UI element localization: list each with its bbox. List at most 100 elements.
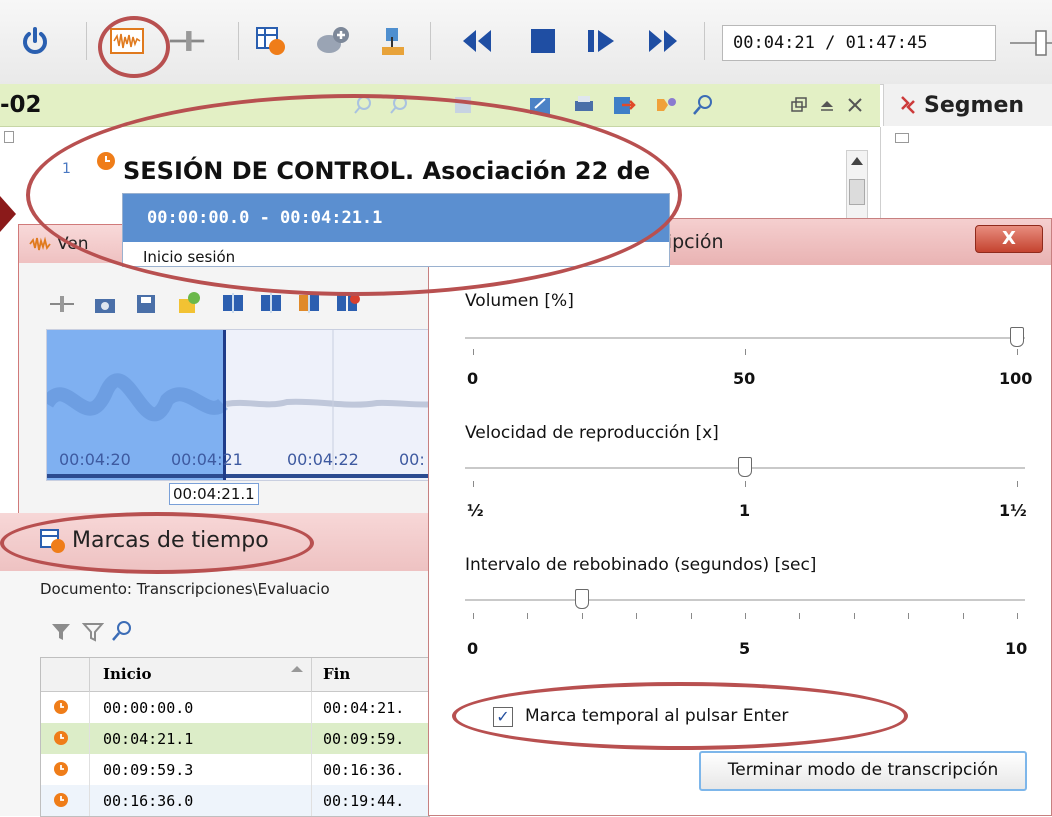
tooltip-time-range: 00:00:00.0 - 00:04:21.1: [147, 208, 383, 228]
time-tick: 00:: [399, 450, 425, 469]
timestamp-clock-icon[interactable]: [96, 151, 116, 175]
volume-slider-icon[interactable]: [1010, 28, 1052, 58]
scroll-up-icon[interactable]: [851, 157, 863, 165]
enter-timestamp-label[interactable]: Marca temporal al pulsar Enter: [525, 706, 788, 726]
column-header-start[interactable]: Inicio: [103, 665, 151, 683]
zoom-out-icon[interactable]: [388, 94, 410, 120]
rewind-max: 10: [1005, 639, 1028, 658]
table-row[interactable]: 00:00:00.0 00:04:21.: [41, 692, 429, 724]
export-icon[interactable]: [612, 94, 636, 120]
end-time-cell: 00:19:44.: [323, 792, 405, 810]
stop-icon[interactable]: [524, 22, 562, 60]
tooltip-text: Inicio sesión: [143, 248, 236, 266]
zoom-in-icon[interactable]: [352, 94, 374, 120]
restore-window-icon[interactable]: [790, 96, 808, 118]
waveform-icon[interactable]: [108, 22, 146, 60]
timestamp-clock-icon: [53, 699, 69, 719]
rewind-icon[interactable]: [458, 22, 496, 60]
close-button[interactable]: X: [975, 225, 1043, 253]
cursor-time-label: 00:04:21.1: [169, 483, 259, 505]
code-marker-icon[interactable]: [654, 94, 678, 120]
step-forward-icon[interactable]: [582, 22, 620, 60]
clear-filter-icon[interactable]: [81, 621, 105, 647]
rewind-min: 0: [467, 639, 479, 658]
ruler-marker-icon: [4, 131, 14, 143]
timestamp-table-icon: [40, 529, 66, 557]
rewind-mid: 5: [739, 639, 751, 658]
time-tick: 00:04:22: [287, 450, 359, 469]
waveform-icon: [29, 236, 51, 256]
segments-header: Segmen: [883, 84, 1052, 126]
sort-ascending-icon: [291, 666, 303, 672]
table-row[interactable]: 00:04:21.1 00:09:59.: [41, 723, 429, 755]
end-time-cell: 00:09:59.: [323, 730, 405, 748]
add-marker-icon[interactable]: [177, 291, 201, 319]
table-header-row: Inicio Fin: [41, 658, 429, 692]
timestamp-clock-icon: [53, 792, 69, 812]
speed-slider[interactable]: [738, 457, 752, 477]
segments-icon: [898, 95, 918, 119]
volume-label: Volumen [%]: [465, 291, 574, 311]
column-header-end[interactable]: Fin: [323, 665, 350, 683]
timestamps-title: Marcas de tiempo: [72, 528, 269, 553]
table-row[interactable]: 00:09:59.3 00:16:36.: [41, 754, 429, 786]
save-icon[interactable]: [135, 293, 157, 319]
transcript-line[interactable]: SESIÓN DE CONTROL. Asociación 22 de: [123, 157, 650, 185]
timestamps-header: Marcas de tiempo: [0, 513, 430, 571]
end-time-cell: 00:16:36.: [323, 761, 405, 779]
zoom-slider-icon[interactable]: [168, 22, 206, 60]
speed-max: 1½: [999, 501, 1027, 520]
filter-icon[interactable]: [50, 621, 72, 647]
segment-icon[interactable]: [259, 291, 283, 319]
scroll-thumb[interactable]: [849, 179, 865, 205]
print-icon[interactable]: [572, 94, 596, 120]
enter-timestamp-checkbox[interactable]: ✓: [493, 707, 513, 727]
segment-icon[interactable]: [297, 291, 321, 319]
main-toolbar: 00:04:21 / 01:47:45: [0, 0, 1052, 85]
waveform-toolbar: [45, 287, 439, 321]
timestamp-table-icon[interactable]: [252, 22, 290, 60]
document-header: -02: [0, 84, 880, 127]
delete-segment-icon[interactable]: [335, 291, 361, 319]
document-path: Documento: Transcripciones\Evaluacio: [40, 580, 330, 598]
timestamp-tooltip: 00:00:00.0 - 00:04:21.1 Inicio sesión: [122, 193, 670, 267]
document-title: -02: [0, 92, 42, 118]
search-icon[interactable]: [692, 94, 714, 120]
fast-forward-icon[interactable]: [644, 22, 682, 60]
add-media-icon[interactable]: [314, 22, 352, 60]
close-panel-icon[interactable]: [846, 96, 864, 118]
volume-min: 0: [467, 369, 479, 388]
waveform-window-title: Ven: [57, 234, 89, 254]
rewind-slider[interactable]: [574, 589, 589, 609]
time-position-field[interactable]: 00:04:21 / 01:47:45: [722, 25, 996, 61]
search-icon[interactable]: [110, 619, 134, 647]
volume-mid: 50: [733, 369, 756, 388]
volume-slider[interactable]: [1010, 327, 1024, 347]
rewind-track: [465, 599, 1025, 601]
waveform-window: Ven 00:04:20 00:04:21 00:04:22 00: 00:04…: [18, 224, 438, 518]
document-scrollbar[interactable]: [846, 150, 868, 226]
edit-icon[interactable]: [528, 94, 552, 120]
import-media-icon[interactable]: [374, 22, 412, 60]
timestamp-clock-icon: [53, 730, 69, 750]
collapse-icon[interactable]: [818, 96, 836, 118]
zoom-slider-icon[interactable]: [49, 293, 75, 319]
timestamp-clock-icon: [53, 761, 69, 781]
timestamps-panel: Marcas de tiempo Documento: Transcripcio…: [0, 513, 431, 817]
speed-label: Velocidad de reproducción [x]: [465, 423, 719, 443]
end-time-cell: 00:04:21.: [323, 699, 405, 717]
time-tick: 00:04:21: [171, 450, 243, 469]
power-icon[interactable]: [16, 22, 54, 60]
segment-icon[interactable]: [221, 291, 245, 319]
waveform-display[interactable]: 00:04:20 00:04:21 00:04:22 00:: [46, 329, 438, 481]
print-preview-icon[interactable]: [452, 94, 474, 120]
start-time-cell: 00:16:36.0: [103, 792, 194, 810]
rewind-label: Intervalo de rebobinado (segundos) [sec]: [465, 555, 817, 575]
table-row[interactable]: 00:16:36.0 00:19:44.: [41, 785, 429, 816]
start-time-cell: 00:09:59.3: [103, 761, 194, 779]
volume-max: 100: [999, 369, 1033, 388]
time-tick: 00:04:20: [59, 450, 131, 469]
finish-transcription-button[interactable]: Terminar modo de transcripción: [699, 751, 1027, 791]
snapshot-icon[interactable]: [93, 293, 117, 319]
transcription-dialog: ripción X Volumen [%] 0 50 100 Velocidad…: [428, 218, 1052, 816]
